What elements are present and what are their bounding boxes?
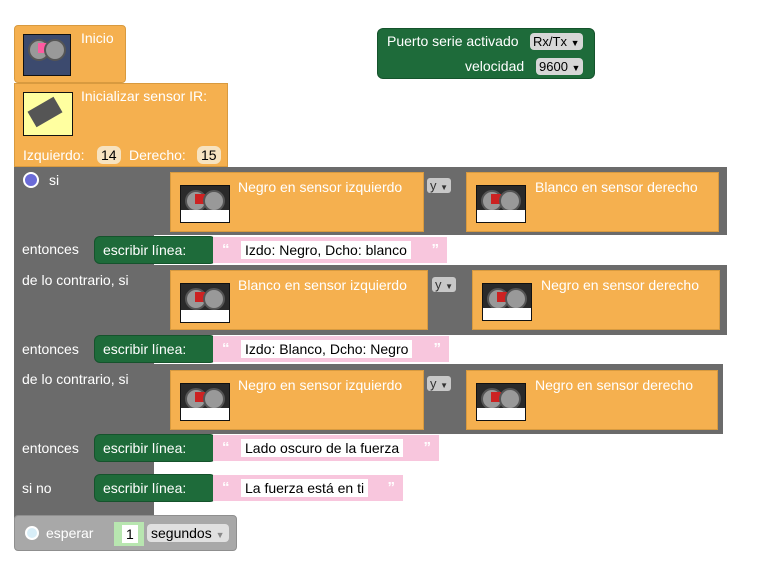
speed-dropdown[interactable]: 9600 ▼ xyxy=(536,58,584,75)
print-label-4: escribir línea: xyxy=(103,480,187,496)
string-value-4[interactable]: La fuerza está en ti xyxy=(241,479,369,497)
cond-right-label-2: Negro en sensor derecho xyxy=(541,277,699,293)
quote-icon: “ xyxy=(222,241,230,258)
speed-label: velocidad xyxy=(465,58,525,74)
entonces-label-1: entonces xyxy=(22,241,79,257)
dropdown-arrow-icon: ▼ xyxy=(440,183,449,192)
inicio-block[interactable]: Inicio xyxy=(14,25,126,83)
dropdown-arrow-icon: ▼ xyxy=(440,381,449,390)
quote-icon: ” xyxy=(431,241,440,258)
gear-icon[interactable] xyxy=(23,172,39,188)
string-block-3[interactable]: “ Lado oscuro de la fuerza ” xyxy=(213,435,439,461)
serial-port-dropdown[interactable]: Rx/Tx ▼ xyxy=(530,33,583,50)
left-pin-value[interactable]: 14 xyxy=(97,146,121,164)
string-value-2[interactable]: Izdo: Blanco, Dcho: Negro xyxy=(241,340,413,358)
print-block-2[interactable]: escribir línea: xyxy=(94,335,216,363)
cond-right-label-3: Negro en sensor derecho xyxy=(535,377,693,393)
and-dropdown-3[interactable]: y ▼ xyxy=(427,376,452,391)
string-value-3[interactable]: Lado oscuro de la fuerza xyxy=(241,439,404,457)
sensor-cond-left-3[interactable]: Negro en sensor izquierdo xyxy=(170,370,424,430)
and-dropdown-1[interactable]: y ▼ xyxy=(427,178,452,193)
wait-label: esperar xyxy=(46,525,94,541)
entonces-label-2: entonces xyxy=(22,341,79,357)
sensor-cond-left-2[interactable]: Blanco en sensor izquierdo xyxy=(170,270,428,330)
print-label-2: escribir línea: xyxy=(103,341,187,357)
quote-icon: “ xyxy=(222,479,230,496)
right-pin-label: Derecho: xyxy=(129,147,186,163)
sensor-cond-right-3[interactable]: Negro en sensor derecho xyxy=(466,370,718,430)
entonces-label-3: entonces xyxy=(22,440,79,456)
clock-icon xyxy=(25,526,39,540)
sensor-cond-right-1[interactable]: Blanco en sensor derecho xyxy=(466,172,719,232)
string-value-1[interactable]: Izdo: Negro, Dcho: blanco xyxy=(241,241,411,259)
string-block-1[interactable]: “ Izdo: Negro, Dcho: blanco ” xyxy=(213,237,447,263)
sensor-cond-left-1[interactable]: Negro en sensor izquierdo xyxy=(170,172,424,232)
serial-port-value: Rx/Tx xyxy=(533,34,567,49)
sensor-cond-right-2[interactable]: Negro en sensor derecho xyxy=(472,270,720,330)
cond-left-label-1: Negro en sensor izquierdo xyxy=(238,179,403,195)
elseif-label-1: de lo contrario, si xyxy=(22,272,129,288)
quote-icon: ” xyxy=(423,439,432,456)
right-pin-value[interactable]: 15 xyxy=(197,146,221,164)
serial-block[interactable]: Puerto serie activado Rx/Tx ▼ velocidad … xyxy=(377,28,595,79)
cond-right-label-1: Blanco en sensor derecho xyxy=(535,179,698,195)
wait-unit-dropdown[interactable]: segundos ▼ xyxy=(147,524,229,542)
wait-value[interactable]: 1 xyxy=(122,525,138,543)
quote-icon: “ xyxy=(222,439,230,456)
quote-icon: ” xyxy=(433,340,442,357)
cond-left-label-2: Blanco en sensor izquierdo xyxy=(238,277,407,293)
if-si-label: si xyxy=(49,172,60,188)
robot-image xyxy=(476,185,526,223)
elseif-label-2: de lo contrario, si xyxy=(22,371,129,387)
ir-sensor-image xyxy=(23,92,73,136)
string-block-2[interactable]: “ Izdo: Blanco, Dcho: Negro ” xyxy=(213,336,449,362)
robot-image xyxy=(482,283,532,321)
dropdown-arrow-icon: ▼ xyxy=(571,63,581,73)
inicio-label: Inicio xyxy=(81,30,114,46)
print-block-3[interactable]: escribir línea: xyxy=(94,434,216,462)
robot-image xyxy=(180,185,230,223)
robot-image xyxy=(180,283,230,323)
print-label-1: escribir línea: xyxy=(103,242,187,258)
wait-value-field[interactable]: 1 xyxy=(114,522,144,546)
serial-label: Puerto serie activado xyxy=(387,33,519,49)
print-block-1[interactable]: escribir línea: xyxy=(94,236,216,264)
print-block-4[interactable]: escribir línea: xyxy=(94,474,216,502)
speed-value: 9600 xyxy=(539,59,568,74)
wait-block[interactable]: esperar 1 segundos ▼ xyxy=(14,515,237,551)
robot-image xyxy=(476,383,526,421)
wait-unit-value: segundos xyxy=(151,525,212,541)
sensor-init-block[interactable]: Inicializar sensor IR: Izquierdo: 14 Der… xyxy=(14,83,228,167)
string-block-4[interactable]: “ La fuerza está en ti ” xyxy=(213,475,403,501)
quote-icon: ” xyxy=(387,479,396,496)
cond-left-label-3: Negro en sensor izquierdo xyxy=(238,377,403,393)
else-label: si no xyxy=(22,480,52,496)
print-label-3: escribir línea: xyxy=(103,440,187,456)
dropdown-arrow-icon: ▼ xyxy=(445,282,454,291)
dropdown-arrow-icon: ▼ xyxy=(570,38,580,48)
robot-image xyxy=(23,34,71,76)
quote-icon: “ xyxy=(222,340,230,357)
left-pin-label: Izquierdo: xyxy=(23,147,85,163)
sensor-init-label: Inicializar sensor IR: xyxy=(81,88,208,104)
robot-image xyxy=(180,383,230,421)
and-dropdown-2[interactable]: y ▼ xyxy=(432,277,457,292)
dropdown-arrow-icon: ▼ xyxy=(215,530,225,540)
